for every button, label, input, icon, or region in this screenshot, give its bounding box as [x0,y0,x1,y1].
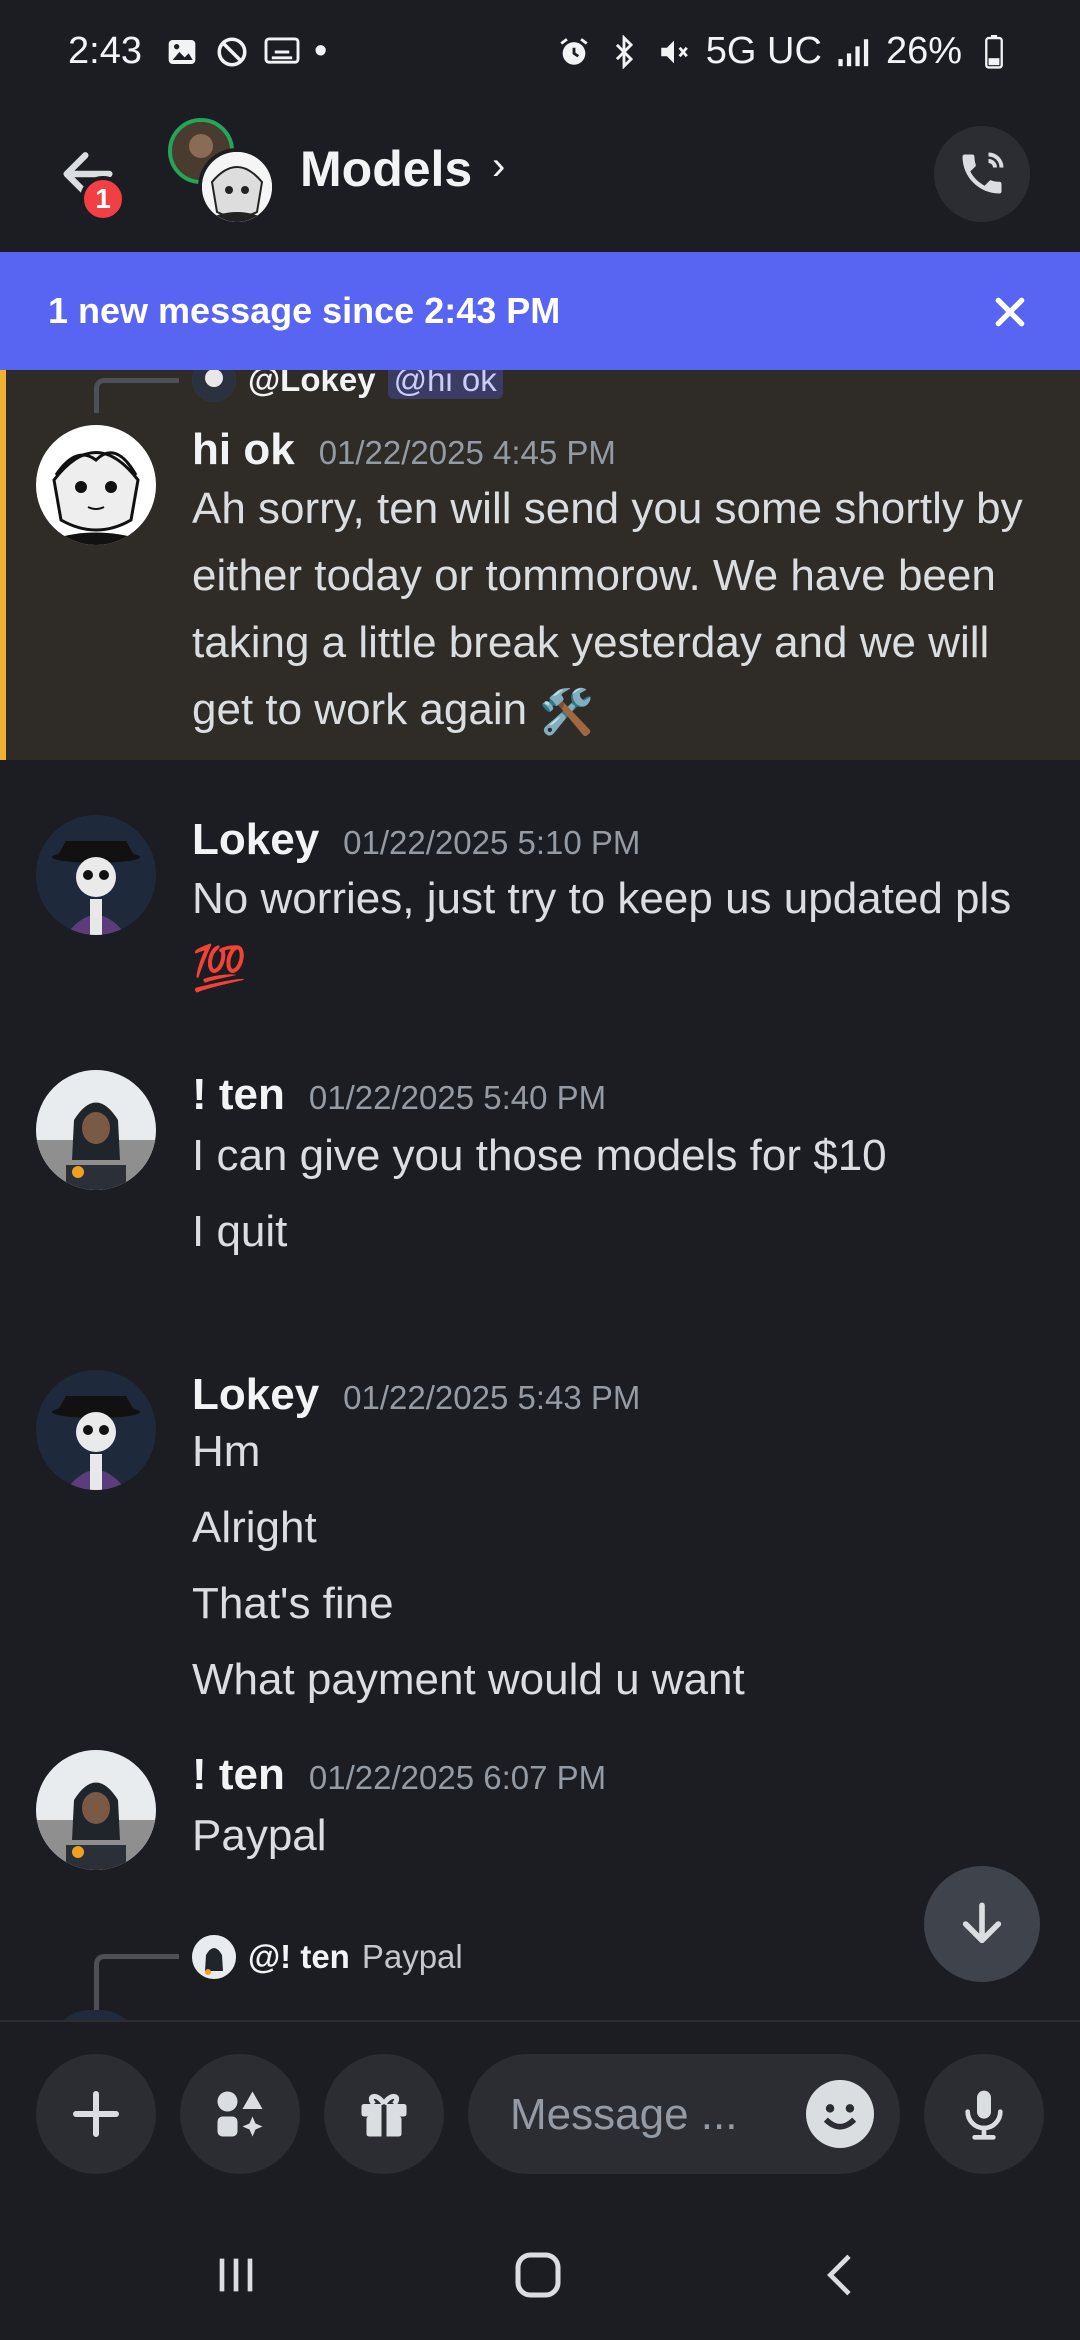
signal-icon [836,34,872,70]
reply-avatar [192,1935,236,1979]
message-line: No worries, just try to keep us updated … [192,865,1042,1002]
emoji-button[interactable] [806,2080,874,2148]
reply-mention: @hi ok [387,370,503,399]
message-header: Lokey 01/22/2025 5:10 PM [192,815,640,865]
mute-icon [656,34,692,70]
avatar[interactable] [36,1750,156,1870]
microphone-icon [965,2090,1003,2140]
gallery-icon [164,34,200,70]
author-name[interactable]: hi ok [192,425,295,475]
reply-author: @Lokey [248,370,376,398]
author-name[interactable]: ! ten [192,1070,285,1120]
hammer-wrench-emoji-icon: 🛠️ [539,687,595,737]
message-line: Ah sorry, ten will send you some shortly… [192,475,1042,746]
jump-to-latest-button[interactable] [924,1866,1040,1982]
system-navigation-bar [0,2200,1080,2340]
voice-message-button[interactable] [924,2054,1044,2174]
reply-snippet: Paypal [361,1938,463,1975]
message-input[interactable]: Message ... [468,2054,900,2174]
reply-preview[interactable]: @Lokey @hi ok [192,370,503,402]
reply-preview[interactable]: @! ten Paypal [192,1935,463,1979]
avatar[interactable] [36,1370,156,1490]
message-content: Hm Alright That's fine What payment woul… [192,1414,1042,1718]
message-content: Paypal [192,1798,1042,1874]
timestamp: 01/22/2025 5:10 PM [343,824,641,861]
author-name[interactable]: Lokey [192,815,319,865]
status-time: 2:43 [68,30,142,72]
message-composer: Message ... [0,2020,1080,2202]
banner-close-button[interactable] [980,282,1040,342]
phone-icon [962,152,1004,194]
alarm-icon [556,34,592,70]
message-line: Paypal [192,1811,327,1860]
message-header: ! ten 01/22/2025 5:40 PM [192,1070,606,1120]
recents-icon [219,2258,253,2292]
chevron-right-icon[interactable]: › [492,144,505,189]
avatar[interactable] [36,1070,156,1190]
message-content: No worries, just try to keep us updated … [192,865,1042,1002]
plus-icon [73,2091,119,2137]
reply-connector [94,1954,179,2019]
message-header: ! ten 01/22/2025 6:07 PM [192,1750,606,1800]
gift-button[interactable] [324,2054,444,2174]
screen-share-icon [264,34,300,70]
message-line: Hm [192,1427,261,1476]
timestamp: 01/22/2025 4:45 PM [318,434,616,471]
reply-author: @! ten [248,1938,350,1975]
message-content: Ah sorry, ten will send you some shortly… [192,475,1042,746]
author-name[interactable]: ! ten [192,1750,285,1800]
add-attachment-button[interactable] [36,2054,156,2174]
avatar[interactable] [36,425,156,545]
home-icon [515,2252,561,2298]
timestamp: 01/22/2025 6:07 PM [308,1759,607,1796]
system-back-button[interactable] [802,2240,882,2310]
new-message-banner[interactable]: 1 new message since 2:43 PM [0,252,1080,370]
battery-percent: 26% [885,30,962,72]
message-line: Alright [192,1503,317,1552]
unread-badge: 1 [80,176,126,222]
group-avatar-member [198,148,276,226]
home-button[interactable] [498,2240,578,2310]
status-notification-icons: • [164,30,327,73]
message-line: I quit [192,1207,288,1256]
channel-header: 1 Models › [0,104,1080,252]
bluetooth-icon [606,34,642,70]
hundred-points-emoji-icon: 💯 [192,943,247,993]
timestamp: 01/22/2025 5:43 PM [343,1379,641,1416]
battery-icon [976,34,1012,70]
message-list[interactable]: @Lokey @hi ok hi ok 01/22/2025 4:45 PM A… [0,370,1080,2020]
message-line: That's fine [192,1579,394,1628]
message-header: Lokey 01/22/2025 5:43 PM [192,1370,640,1420]
message-text: No worries, just try to keep us updated … [192,874,1012,923]
recents-button[interactable] [196,2240,276,2310]
status-system-icons: 5G UC 26% [556,30,1012,73]
blocked-icon [214,34,250,70]
network-type: 5G UC [705,30,822,72]
message-input-placeholder: Message ... [510,2090,738,2139]
channel-title[interactable]: Models [300,140,472,198]
reply-connector [94,378,179,413]
gift-icon [361,2094,407,2137]
message-content: I can give you those models for $10 I qu… [192,1118,1042,1270]
message-header: hi ok 01/22/2025 4:45 PM [192,425,616,475]
close-icon [995,297,1025,327]
smile-icon [808,2082,872,2146]
message-line: I can give you those models for $10 [192,1131,887,1180]
call-button[interactable] [934,126,1030,222]
new-message-banner-text: 1 new message since 2:43 PM [48,290,561,331]
apps-button[interactable] [180,2054,300,2174]
status-bar: 2:43 • 5G UC 26% [0,0,1080,104]
reply-avatar [192,370,236,402]
message-text: Ah sorry, ten will send you some shortly… [192,484,1023,734]
apps-icon [217,2091,263,2137]
status-dot: • [314,30,328,72]
chevron-left-icon [827,2254,851,2296]
timestamp: 01/22/2025 5:40 PM [308,1079,607,1116]
arrow-down-icon [962,1902,1002,1944]
message-line: What payment would u want [192,1655,745,1704]
avatar[interactable] [36,815,156,935]
author-name[interactable]: Lokey [192,1370,319,1420]
